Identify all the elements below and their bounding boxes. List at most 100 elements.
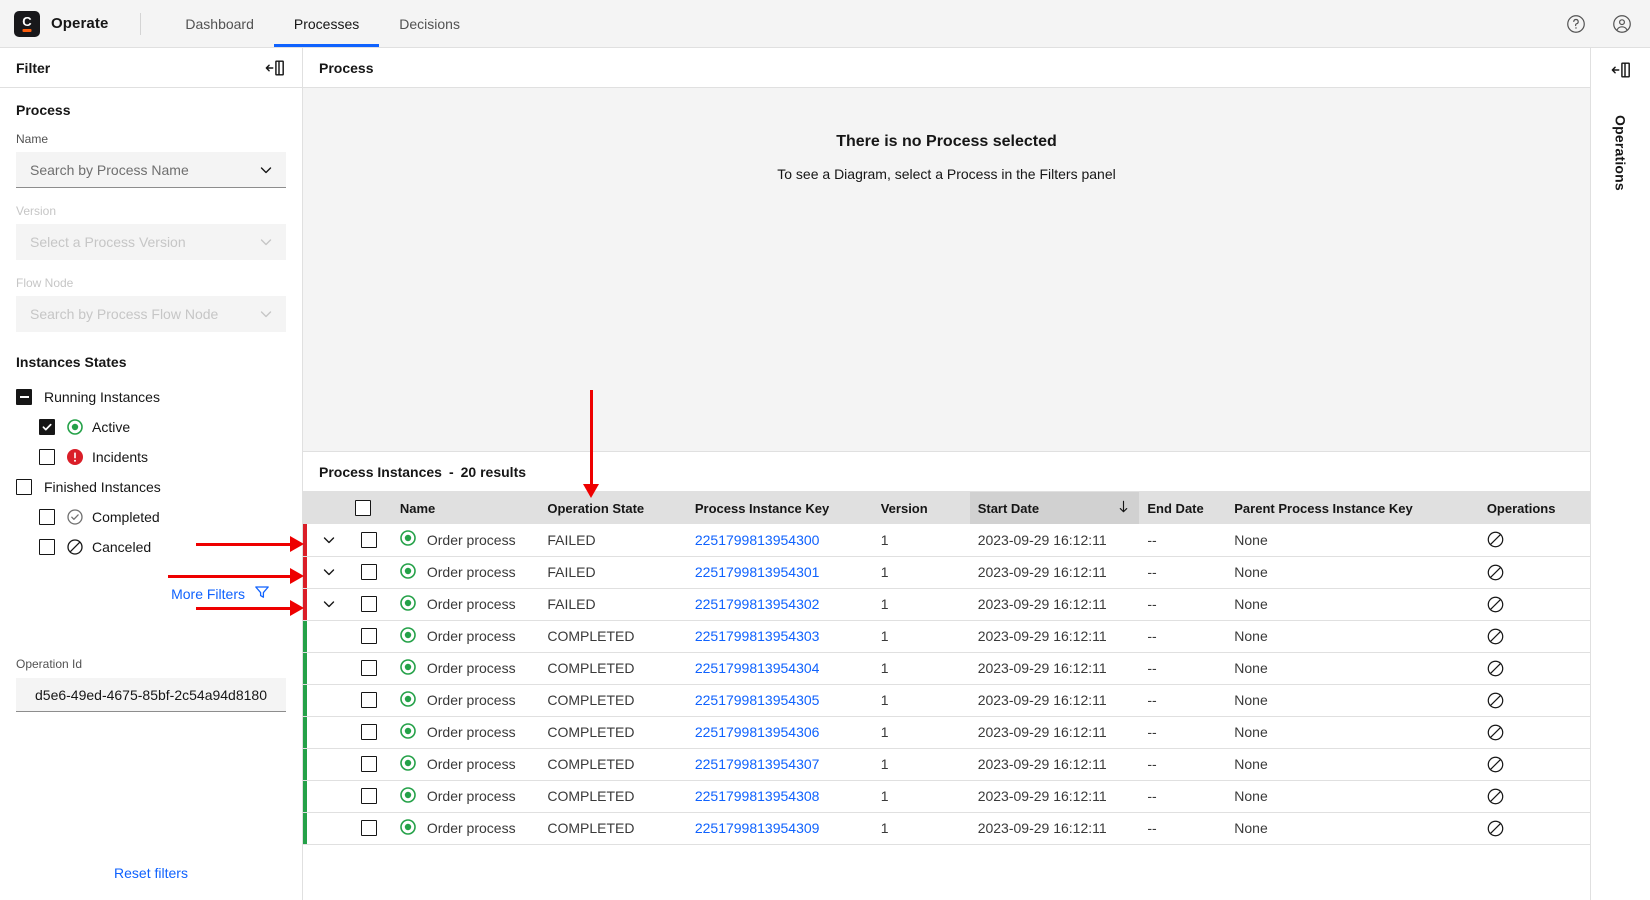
user-avatar-icon[interactable] [1610,12,1634,36]
table-row[interactable]: Order process FAILED 2251799813954302 1 2023… [303,588,1590,621]
cancel-operation-icon[interactable] [1487,596,1582,613]
row-operations-cell[interactable] [1478,652,1590,685]
row-select-checkbox[interactable] [361,628,378,644]
table-row[interactable]: Order process COMPLETED 2251799813954309 1 2… [303,812,1590,845]
expand-panel-icon[interactable] [1610,60,1632,85]
nav-item-dashboard[interactable]: Dashboard [165,0,274,47]
finished-instances-checkbox[interactable] [16,479,32,495]
cancel-operation-icon[interactable] [1487,724,1582,741]
row-select-cell[interactable] [347,812,392,845]
row-expand-chevron-icon[interactable] [311,596,339,612]
running-instances-checkbox[interactable] [16,389,32,405]
row-select-checkbox[interactable] [361,531,378,548]
brand[interactable]: C Operate [14,10,108,37]
header-end-date[interactable]: End Date [1139,492,1227,524]
more-filters-button[interactable]: More Filters [171,584,270,603]
row-process-instance-key-cell-text[interactable]: 2251799813954308 [695,788,820,804]
row-operations-cell[interactable] [1478,524,1590,557]
cancel-operation-icon[interactable] [1487,692,1582,709]
filter-canceled[interactable]: Canceled [16,532,286,562]
active-checkbox[interactable] [39,419,55,435]
operation-id-input[interactable] [16,678,286,712]
filter-finished-instances[interactable]: Finished Instances [16,472,286,502]
header-parent-process-instance-key[interactable]: Parent Process Instance Key [1226,492,1479,524]
process-flownode-combobox[interactable]: Search by Process Flow Node [16,296,286,332]
filter-running-instances[interactable]: Running Instances [16,382,286,412]
nav-item-decisions[interactable]: Decisions [379,0,480,47]
table-row[interactable]: Order process COMPLETED 2251799813954307 1 2… [303,748,1590,781]
header-operation-state[interactable]: Operation State [539,492,687,524]
row-operations-cell[interactable] [1478,588,1590,621]
cancel-operation-icon[interactable] [1487,660,1582,677]
row-process-instance-key-cell-text[interactable]: 2251799813954300 [695,532,820,548]
collapse-panel-icon[interactable] [264,58,286,78]
row-select-cell[interactable] [347,716,392,749]
row-select-cell[interactable] [347,652,392,685]
header-start-date[interactable]: Start Date [969,492,1140,524]
row-operations-cell[interactable] [1478,716,1590,749]
row-process-instance-key-cell-text[interactable]: 2251799813954309 [695,820,820,836]
row-select-cell[interactable] [347,620,392,653]
row-process-instance-key-cell-text[interactable]: 2251799813954301 [695,564,820,580]
row-select-checkbox[interactable] [361,788,378,804]
header-operations[interactable]: Operations [1478,492,1590,524]
row-select-checkbox[interactable] [361,564,378,580]
table-row[interactable]: Order process COMPLETED 2251799813954308 1 2… [303,780,1590,813]
row-operations-cell[interactable] [1478,748,1590,781]
filter-incidents[interactable]: Incidents [16,442,286,472]
reset-filters-button[interactable]: Reset filters [114,865,188,881]
row-operations-cell[interactable] [1478,556,1590,589]
row-select-checkbox[interactable] [361,660,378,676]
filter-completed[interactable]: Completed [16,502,286,532]
table-row[interactable]: Order process COMPLETED 2251799813954306 1 2… [303,716,1590,749]
row-select-cell[interactable] [347,556,392,589]
select-all-checkbox[interactable] [355,500,372,516]
nav-item-processes[interactable]: Processes [273,0,380,47]
cancel-operation-icon[interactable] [1487,564,1582,581]
help-icon[interactable] [1564,12,1588,36]
row-select-checkbox[interactable] [361,820,378,836]
row-select-checkbox[interactable] [361,692,378,708]
row-select-cell[interactable] [347,748,392,781]
row-process-instance-key-cell-text[interactable]: 2251799813954307 [695,756,820,772]
table-row[interactable]: Order process COMPLETED 2251799813954303 1 2… [303,620,1590,653]
process-version-combobox[interactable]: Select a Process Version [16,224,286,260]
instances-table-wrapper[interactable]: Name Operation State Process Instance Ke… [303,492,1590,900]
table-row[interactable]: Order process FAILED 2251799813954300 1 2023… [303,524,1590,557]
header-process-instance-key[interactable]: Process Instance Key [686,492,873,524]
row-select-cell[interactable] [347,780,392,813]
row-operations-cell[interactable] [1478,684,1590,717]
table-row[interactable]: Order process FAILED 2251799813954301 1 2023… [303,556,1590,589]
incidents-checkbox[interactable] [39,449,55,465]
row-process-instance-key-cell-text[interactable]: 2251799813954305 [695,692,820,708]
table-row[interactable]: Order process COMPLETED 2251799813954304 1 2… [303,652,1590,685]
row-select-cell[interactable] [347,524,392,557]
filter-active[interactable]: Active [16,412,286,442]
row-select-checkbox[interactable] [361,596,378,612]
header-version[interactable]: Version [872,492,970,524]
row-process-instance-key-cell-text[interactable]: 2251799813954306 [695,724,820,740]
row-process-instance-key-cell-text[interactable]: 2251799813954304 [695,660,820,676]
cancel-operation-icon[interactable] [1487,628,1582,645]
row-expand-chevron-icon[interactable] [311,532,339,548]
completed-checkbox[interactable] [39,509,55,525]
row-select-checkbox[interactable] [361,756,378,772]
process-name-combobox[interactable]: Search by Process Name [16,152,286,188]
row-process-instance-key-cell-text[interactable]: 2251799813954302 [695,596,820,612]
cancel-operation-icon[interactable] [1487,788,1582,805]
canceled-checkbox[interactable] [39,539,55,555]
row-process-instance-key-cell-text[interactable]: 2251799813954303 [695,628,820,644]
header-name[interactable]: Name [391,492,540,524]
cancel-operation-icon[interactable] [1487,820,1582,837]
row-operations-cell[interactable] [1478,620,1590,653]
row-select-cell[interactable] [347,588,392,621]
header-select-all[interactable] [347,492,392,524]
row-select-checkbox[interactable] [361,724,378,740]
row-expand-chevron-icon[interactable] [311,564,339,580]
row-operations-cell[interactable] [1478,780,1590,813]
cancel-operation-icon[interactable] [1487,756,1582,773]
cancel-operation-icon[interactable] [1487,531,1582,548]
table-row[interactable]: Order process COMPLETED 2251799813954305 1 2… [303,684,1590,717]
row-select-cell[interactable] [347,684,392,717]
row-operations-cell[interactable] [1478,812,1590,845]
